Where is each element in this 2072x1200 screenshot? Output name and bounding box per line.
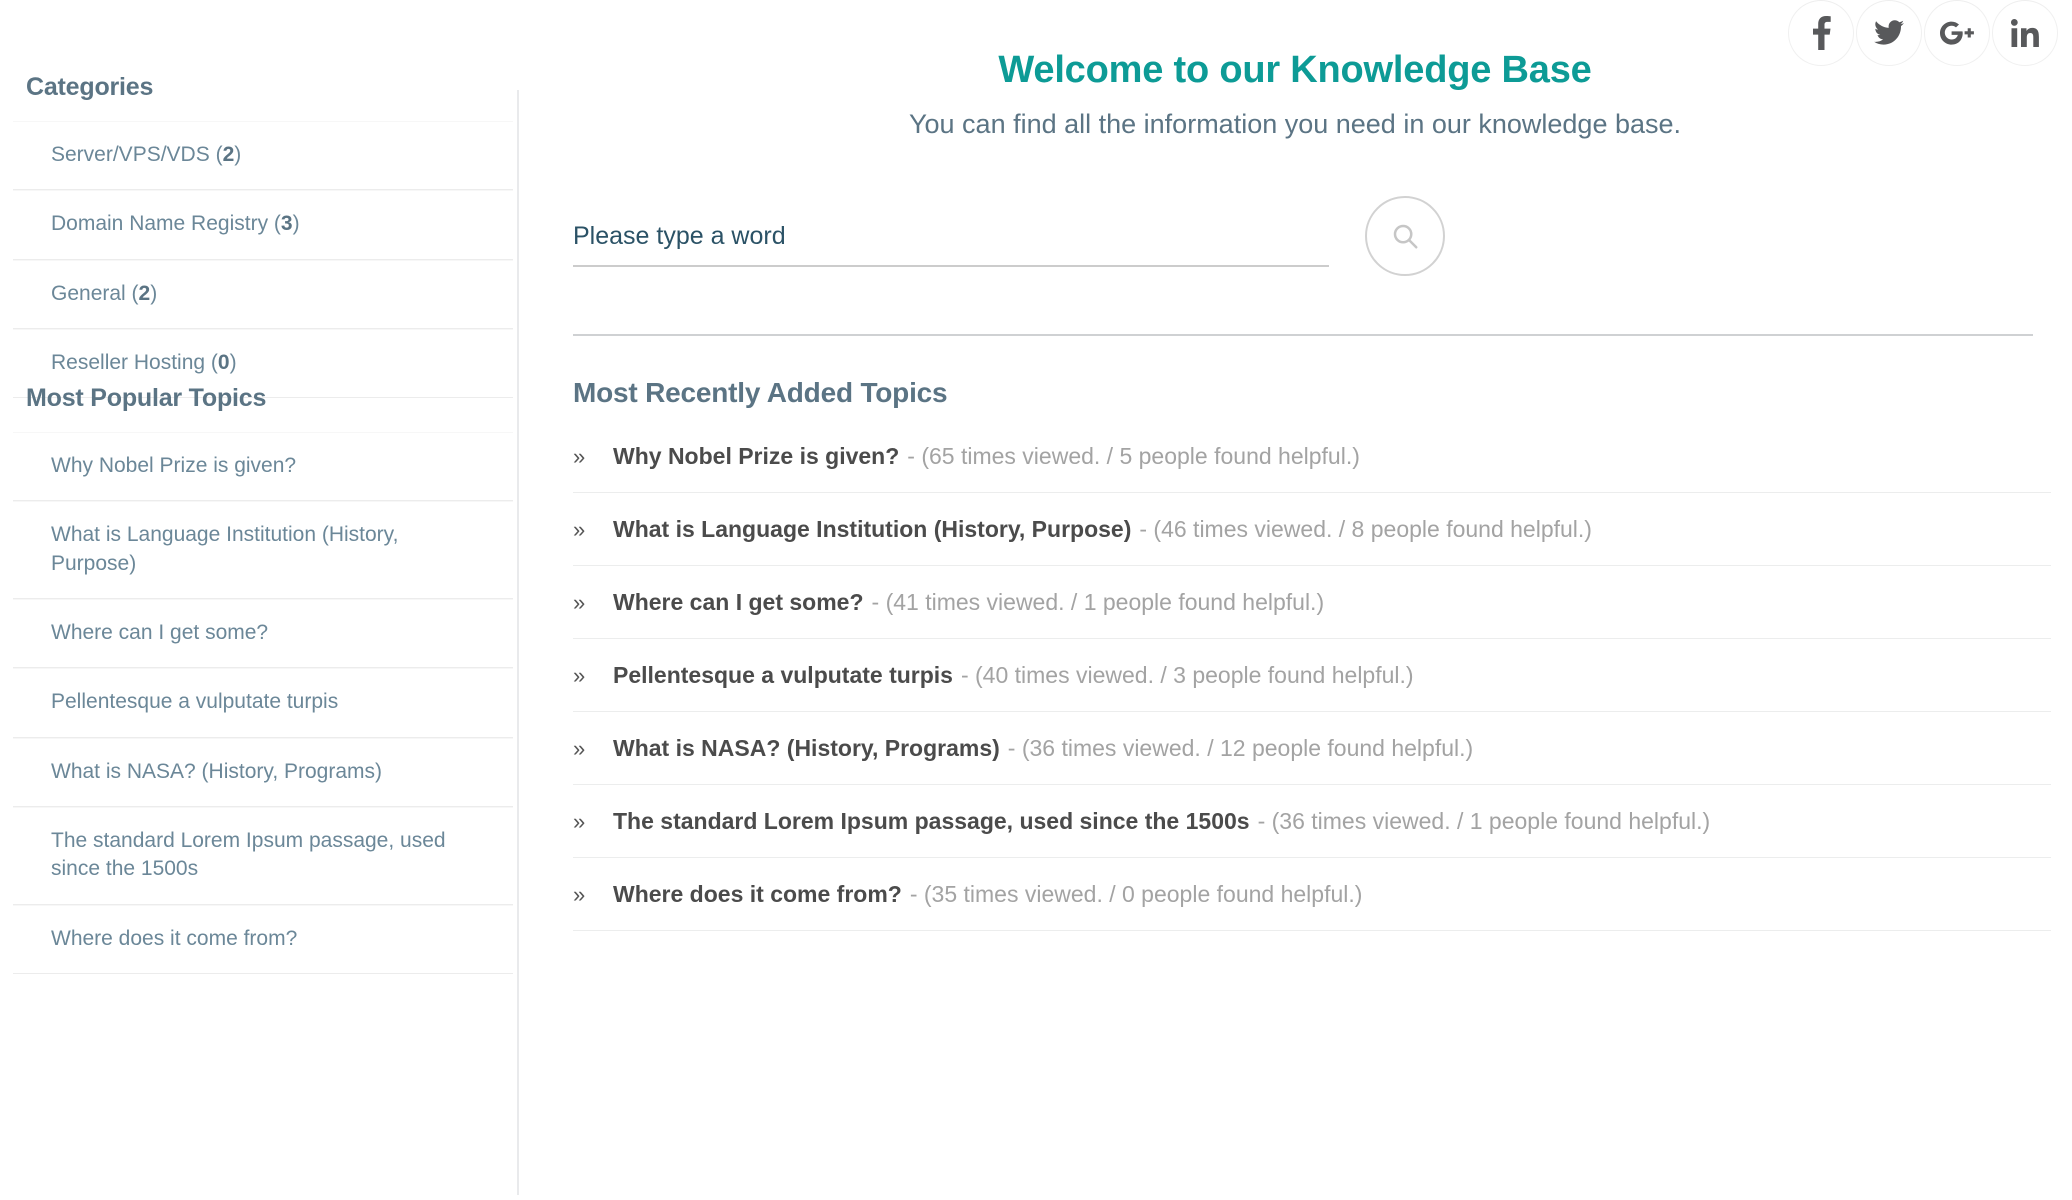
search-icon [1393, 224, 1418, 249]
popular-topics-list: Why Nobel Prize is given? What is Langua… [13, 432, 513, 975]
category-label: Domain Name Registry [51, 212, 269, 236]
list-item: Server/VPS/VDS (2) [13, 121, 513, 191]
chevron-double-right-icon: » [573, 590, 586, 615]
list-item: The standard Lorem Ipsum passage, used s… [13, 807, 513, 905]
list-item: Pellentesque a vulputate turpis [13, 668, 513, 738]
category-count: 2 [138, 281, 151, 305]
recent-topic-link-5[interactable]: What is NASA? (History, Programs) [613, 735, 1000, 761]
sidebar-category-server-vps-vds[interactable]: Server/VPS/VDS (2) [13, 121, 513, 189]
knowledge-base-page: Categories Server/VPS/VDS (2) Domain Nam… [0, 0, 2072, 1200]
category-count: 3 [280, 212, 293, 236]
list-item: General (2) [13, 260, 513, 330]
category-count: 0 [217, 351, 230, 375]
page-title: Welcome to our Knowledge Base [998, 49, 1592, 91]
category-count: 2 [222, 143, 235, 166]
table-row: » Why Nobel Prize is given? - (65 times v… [573, 420, 2051, 493]
list-item: Where can I get some? [13, 599, 513, 669]
recent-topic-meta-6: - (36 times viewed. / 1 people found hel… [1257, 808, 1711, 834]
sidebar-popular-topic-6[interactable]: The standard Lorem Ipsum passage, used s… [13, 807, 513, 904]
category-label: Server/VPS/VDS [51, 143, 210, 166]
recent-topic-meta-5: - (36 times viewed. / 12 people found he… [1007, 735, 1474, 761]
sidebar-popular-topic-3[interactable]: Where can I get some? [13, 599, 513, 667]
table-row: » What is Language Institution (History,… [573, 493, 2051, 566]
recent-topic-link-3[interactable]: Where can I get some? [613, 589, 864, 615]
categories-heading: Categories [26, 73, 154, 101]
list-item: What is Language Institution (History, P… [13, 501, 513, 600]
sidebar-popular-topic-5[interactable]: What is NASA? (History, Programs) [13, 738, 513, 806]
content-divider [573, 334, 2033, 336]
categories-list: Server/VPS/VDS (2) Domain Name Registry … [13, 121, 513, 399]
recent-topics-list: » Why Nobel Prize is given? - (65 times v… [573, 420, 2051, 931]
sidebar: Categories Server/VPS/VDS (2) Domain Nam… [0, 0, 519, 1200]
search-row [573, 196, 2013, 292]
recent-topic-meta-1: - (65 times viewed. / 5 people found hel… [907, 443, 1360, 469]
main-content: Welcome to our Knowledge Base You can fi… [518, 0, 2072, 1200]
recent-topic-meta-7: - (35 times viewed. / 0 people found hel… [909, 881, 1363, 907]
table-row: » Pellentesque a vulputate turpis - (40 t… [573, 639, 2051, 712]
sidebar-popular-topic-2[interactable]: What is Language Institution (History, P… [13, 501, 513, 598]
category-label: General [51, 281, 126, 305]
recent-topic-meta-4: - (40 times viewed. / 3 people found hel… [960, 662, 1414, 688]
recent-topic-link-2[interactable]: What is Language Institution (History, P… [613, 516, 1131, 542]
table-row: » What is NASA? (History, Programs) - (36… [573, 712, 2051, 785]
list-item: Why Nobel Prize is given? [13, 432, 513, 502]
list-item: What is NASA? (History, Programs) [13, 738, 513, 808]
sidebar-popular-topic-7[interactable]: Where does it come from? [13, 905, 513, 973]
search-button[interactable] [1365, 196, 1445, 276]
table-row: » The standard Lorem Ipsum passage, used… [573, 785, 2051, 858]
hero: Welcome to our Knowledge Base You can fi… [518, 48, 2072, 142]
recent-topic-link-4[interactable]: Pellentesque a vulputate turpis [613, 662, 953, 688]
table-row: » Where does it come from? - (35 times vi… [573, 858, 2051, 931]
chevron-double-right-icon: » [573, 517, 586, 542]
recent-topic-link-6[interactable]: The standard Lorem Ipsum passage, used s… [613, 808, 1250, 834]
popular-topics-heading: Most Popular Topics [26, 384, 267, 412]
list-item: Domain Name Registry (3) [13, 190, 513, 260]
list-item: Where does it come from? [13, 905, 513, 975]
section-title: Most Recently Added Topics [573, 377, 948, 408]
recent-topic-meta-3: - (41 times viewed. / 1 people found hel… [871, 589, 1325, 615]
sidebar-popular-topic-1[interactable]: Why Nobel Prize is given? [13, 432, 513, 500]
chevron-double-right-icon: » [573, 736, 586, 761]
search-input[interactable] [573, 221, 1329, 251]
category-label: Reseller Hosting [51, 351, 206, 375]
search-field [573, 221, 1329, 267]
chevron-double-right-icon: » [573, 809, 586, 834]
chevron-double-right-icon: » [573, 444, 586, 469]
sidebar-category-domain-name-registry[interactable]: Domain Name Registry (3) [13, 190, 513, 258]
chevron-double-right-icon: » [573, 882, 586, 907]
sidebar-category-general[interactable]: General (2) [13, 260, 513, 328]
recent-topic-meta-2: - (46 times viewed. / 8 people found hel… [1139, 516, 1592, 542]
sidebar-popular-topic-4[interactable]: Pellentesque a vulputate turpis [13, 668, 513, 736]
page-subtitle: You can find all the information you nee… [908, 108, 1682, 139]
chevron-double-right-icon: » [573, 663, 586, 688]
recent-topic-link-1[interactable]: Why Nobel Prize is given? [613, 443, 899, 469]
recent-topic-link-7[interactable]: Where does it come from? [613, 881, 902, 907]
table-row: » Where can I get some? - (41 times viewe… [573, 566, 2051, 639]
